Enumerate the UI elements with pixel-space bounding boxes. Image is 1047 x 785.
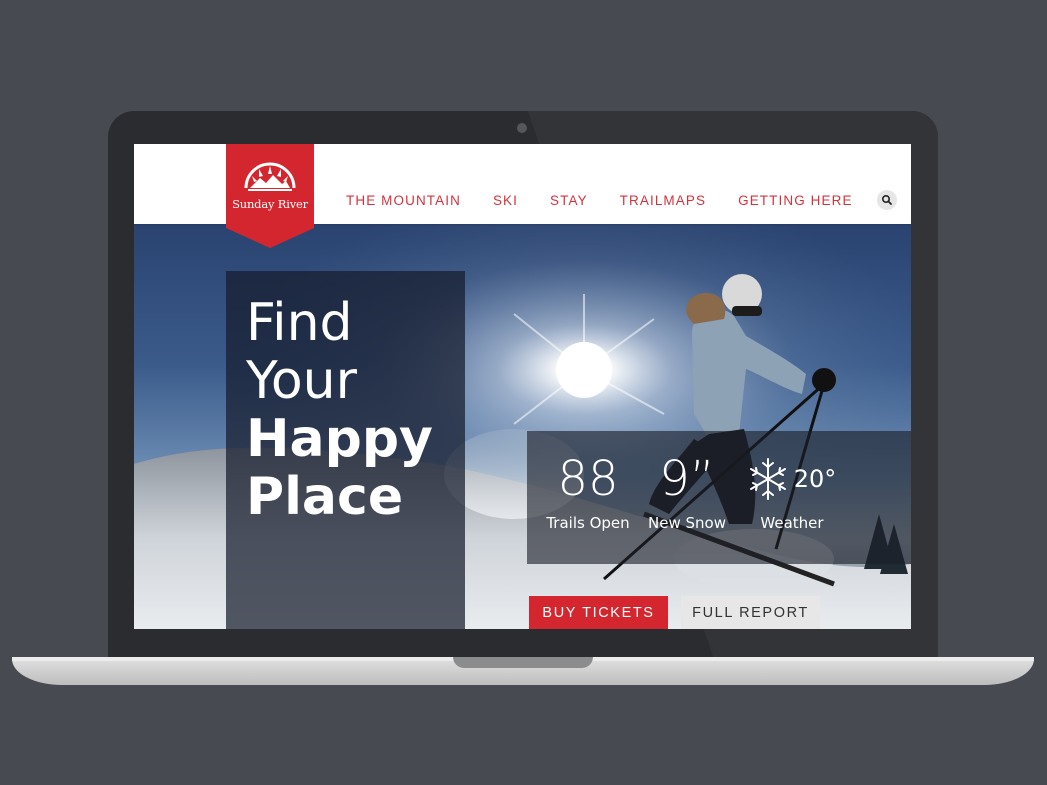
webcam — [517, 123, 527, 133]
headline-line-3: Happy — [246, 409, 433, 469]
headline-line-2: Your — [246, 351, 358, 411]
new-snow-value: 9” — [659, 451, 715, 507]
nav-item-the-mountain[interactable]: THE MOUNTAIN — [346, 193, 461, 208]
weather-stat: 20° Weather — [737, 451, 847, 533]
trails-open-label: Trails Open — [546, 514, 630, 532]
weather-label: Weather — [760, 514, 824, 532]
new-snow-stat: 9” New Snow — [637, 451, 737, 533]
nav-item-ski[interactable]: SKI — [493, 193, 518, 208]
weather-temperature: 20° — [793, 465, 837, 493]
logo-wordmark: Sunday River — [232, 197, 308, 211]
buy-tickets-button[interactable]: BUY TICKETS — [529, 596, 668, 629]
new-snow-label: New Snow — [648, 514, 726, 532]
search-icon — [881, 195, 892, 205]
nav-item-trailmaps[interactable]: TRAILMAPS — [620, 193, 706, 208]
snowflake-icon — [749, 458, 786, 500]
search-button[interactable] — [876, 190, 897, 210]
weather-value-row: 20° — [737, 451, 847, 507]
full-report-button[interactable]: FULL REPORT — [681, 596, 820, 629]
main-navigation: THE MOUNTAIN SKI STAY TRAILMAPS GETTING … — [330, 190, 897, 210]
headline-line-4: Place — [246, 467, 404, 527]
conditions-panel: 88 Trails Open 9” New Snow 20° Weather — [527, 431, 911, 564]
trails-open-stat: 88 Trails Open — [537, 451, 639, 533]
trails-open-value: 88 — [557, 451, 619, 507]
hero-banner: Find Your Happy Place 88 Trails Open 9” … — [134, 224, 911, 629]
site-logo[interactable]: Sunday River — [226, 144, 314, 248]
nav-item-stay[interactable]: STAY — [550, 193, 588, 208]
headline-line-1: Find — [246, 293, 353, 353]
nav-item-getting-here[interactable]: GETTING HERE — [738, 193, 852, 208]
logo-ribbon-shape — [226, 144, 314, 248]
website-screen: Find Your Happy Place 88 Trails Open 9” … — [134, 144, 911, 629]
laptop-notch — [453, 657, 593, 668]
laptop-mockup: Find Your Happy Place 88 Trails Open 9” … — [0, 0, 1047, 785]
headline-panel: Find Your Happy Place — [226, 271, 465, 629]
